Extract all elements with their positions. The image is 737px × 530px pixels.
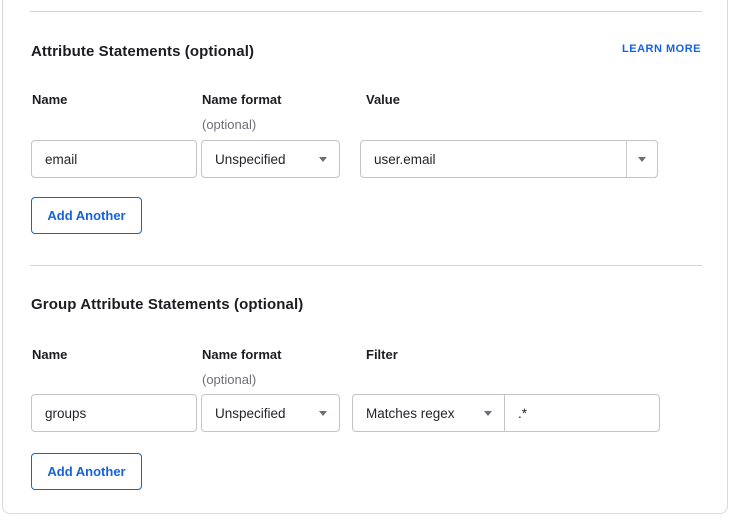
group-attribute-statements-heading: Group Attribute Statements (optional) bbox=[31, 296, 303, 313]
saml-attribute-settings-screen: Attribute Statements (optional) LEARN MO… bbox=[0, 0, 737, 530]
add-another-attribute-button[interactable]: Add Another bbox=[31, 197, 142, 234]
chevron-down-icon bbox=[484, 411, 492, 416]
chevron-down-icon bbox=[319, 411, 327, 416]
chevron-down-icon bbox=[638, 157, 646, 162]
group-attribute-filter-type-select[interactable]: Matches regex bbox=[352, 394, 505, 432]
group-attribute-filter-value-input[interactable] bbox=[504, 394, 660, 432]
column-label-value: Value bbox=[366, 92, 400, 107]
chevron-down-icon bbox=[319, 157, 327, 162]
learn-more-link[interactable]: LEARN MORE bbox=[622, 43, 701, 55]
section-divider-top bbox=[30, 11, 702, 12]
group-attribute-name-format-selected-value: Unspecified bbox=[215, 406, 286, 421]
attribute-name-format-selected-value: Unspecified bbox=[215, 152, 286, 167]
group-attribute-name-format-select[interactable]: Unspecified bbox=[201, 394, 340, 432]
attribute-value-dropdown-button[interactable] bbox=[626, 141, 657, 177]
section-divider-middle bbox=[30, 265, 702, 266]
column-label-name-format: Name format bbox=[202, 347, 281, 362]
group-attribute-filter-type-selected-value: Matches regex bbox=[366, 406, 455, 421]
attribute-value-combobox bbox=[360, 140, 658, 178]
attribute-name-format-select[interactable]: Unspecified bbox=[201, 140, 340, 178]
group-attribute-name-input[interactable] bbox=[31, 394, 197, 432]
column-label-name-format: Name format bbox=[202, 92, 281, 107]
column-label-name: Name bbox=[32, 92, 67, 107]
add-another-group-attribute-button[interactable]: Add Another bbox=[31, 453, 142, 490]
attribute-statements-heading: Attribute Statements (optional) bbox=[31, 43, 254, 60]
column-label-name: Name bbox=[32, 347, 67, 362]
attribute-value-input[interactable] bbox=[361, 141, 626, 177]
settings-card bbox=[2, 0, 728, 514]
attribute-name-input[interactable] bbox=[31, 140, 197, 178]
name-format-optional-note: (optional) bbox=[202, 117, 256, 132]
column-label-filter: Filter bbox=[366, 347, 398, 362]
name-format-optional-note: (optional) bbox=[202, 372, 256, 387]
